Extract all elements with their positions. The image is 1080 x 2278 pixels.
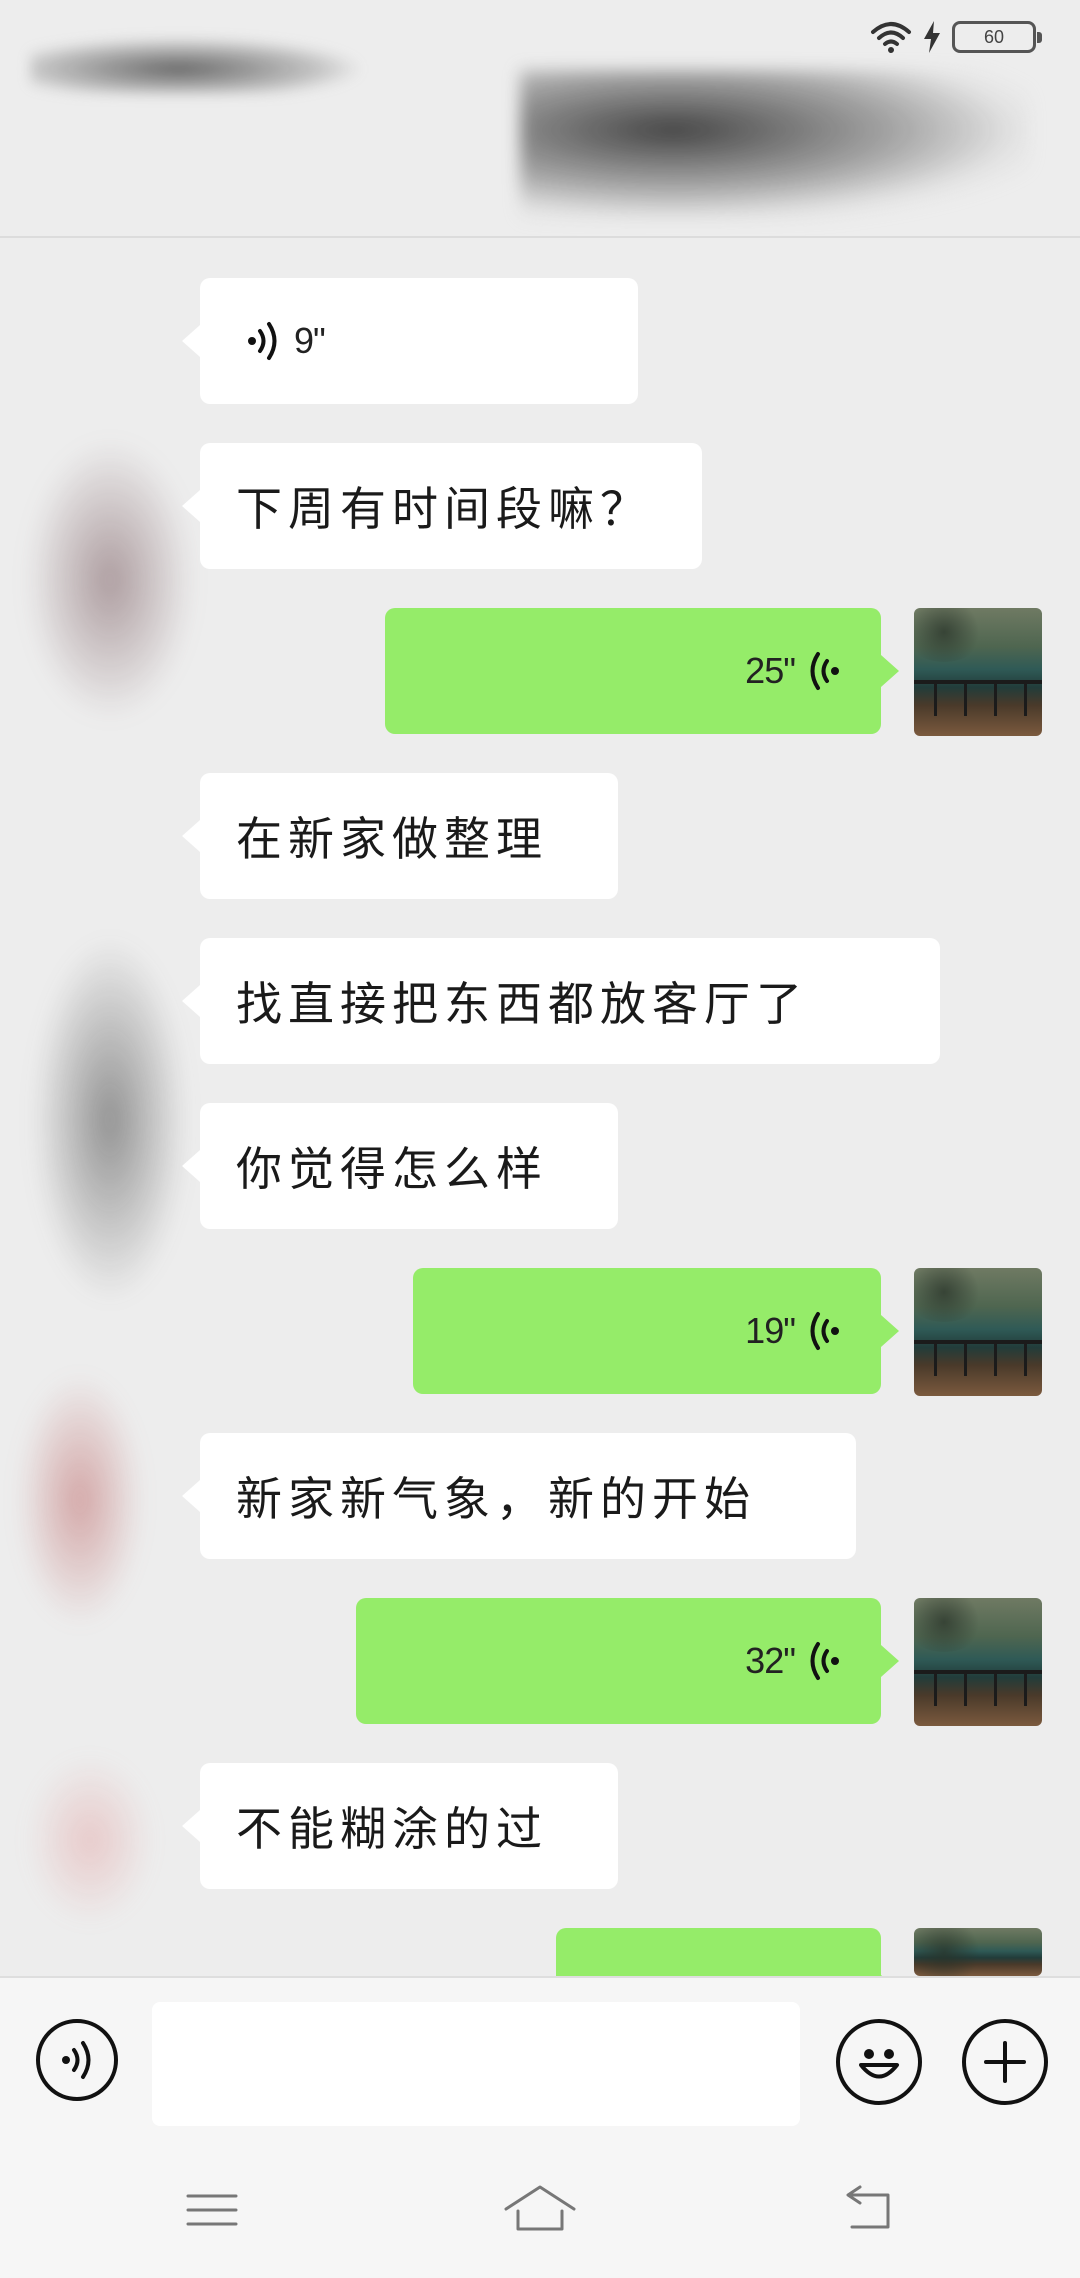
menu-icon — [186, 2194, 238, 2226]
incoming-text-message[interactable]: 不能糊涂的过 — [182, 1763, 618, 1889]
voice-input-button[interactable] — [36, 2019, 118, 2101]
voice-wave-icon — [248, 322, 277, 360]
emoji-icon — [859, 2049, 899, 2079]
outgoing-voice-message[interactable]: 19" — [413, 1268, 899, 1394]
status-bar: 60 — [0, 0, 1080, 80]
status-icons: 60 — [870, 20, 1042, 54]
home-icon — [504, 2185, 576, 2231]
voice-duration: 25" — [745, 650, 796, 691]
incoming-text-message[interactable]: 你觉得怎么样 — [182, 1103, 618, 1229]
header-divider — [0, 236, 1080, 238]
charging-icon — [924, 21, 940, 53]
menu-button[interactable] — [162, 2170, 262, 2250]
back-button[interactable] — [818, 2170, 918, 2250]
my-avatar[interactable] — [914, 608, 1042, 736]
outgoing-voice-message[interactable] — [556, 1928, 899, 2007]
message-input[interactable] — [152, 2002, 800, 2126]
plus-icon — [984, 2041, 1026, 2083]
battery-level: 60 — [983, 26, 1005, 47]
voice-wave-icon — [810, 1642, 839, 1680]
outgoing-voice-message[interactable]: 32" — [356, 1598, 899, 1724]
incoming-text-message[interactable]: 找直接把东西都放客厅了 — [182, 938, 940, 1064]
message-text: 找直接把东西都放客厅了 — [236, 977, 808, 1031]
incoming-text-message[interactable]: 在新家做整理 — [182, 773, 618, 899]
message-text: 新家新气象，新的开始 — [236, 1472, 756, 1526]
wifi-icon — [871, 22, 911, 53]
voice-duration: 32" — [745, 1640, 796, 1681]
voice-wave-icon — [810, 652, 839, 690]
message-text: 不能糊涂的过 — [236, 1802, 548, 1856]
incoming-text-message[interactable]: 下周有时间段嘛？ — [182, 443, 702, 569]
my-avatar[interactable] — [914, 1268, 1042, 1396]
message-text: 在新家做整理 — [236, 812, 548, 866]
battery-icon: 60 — [952, 21, 1042, 53]
voice-duration: 9" — [294, 320, 326, 361]
incoming-voice-message[interactable]: 9" — [182, 278, 638, 404]
my-avatar[interactable] — [914, 1928, 1042, 1976]
voice-wave-icon — [810, 1312, 839, 1350]
message-text: 你觉得怎么样 — [236, 1142, 548, 1196]
input-bar — [0, 1976, 1080, 2140]
system-nav-bar — [0, 2140, 1080, 2278]
incoming-text-message[interactable]: 新家新气象，新的开始 — [182, 1433, 856, 1559]
contact-name-redacted — [520, 70, 1030, 220]
voice-icon — [62, 2041, 91, 2079]
emoji-button[interactable] — [836, 2019, 922, 2105]
voice-duration: 19" — [745, 1310, 796, 1351]
more-button[interactable] — [962, 2019, 1048, 2105]
back-icon — [846, 2185, 890, 2229]
message-text: 下周有时间段嘛？ — [236, 482, 652, 536]
home-button[interactable] — [490, 2170, 590, 2250]
my-avatar[interactable] — [914, 1598, 1042, 1726]
outgoing-voice-message[interactable]: 25" — [385, 608, 899, 734]
